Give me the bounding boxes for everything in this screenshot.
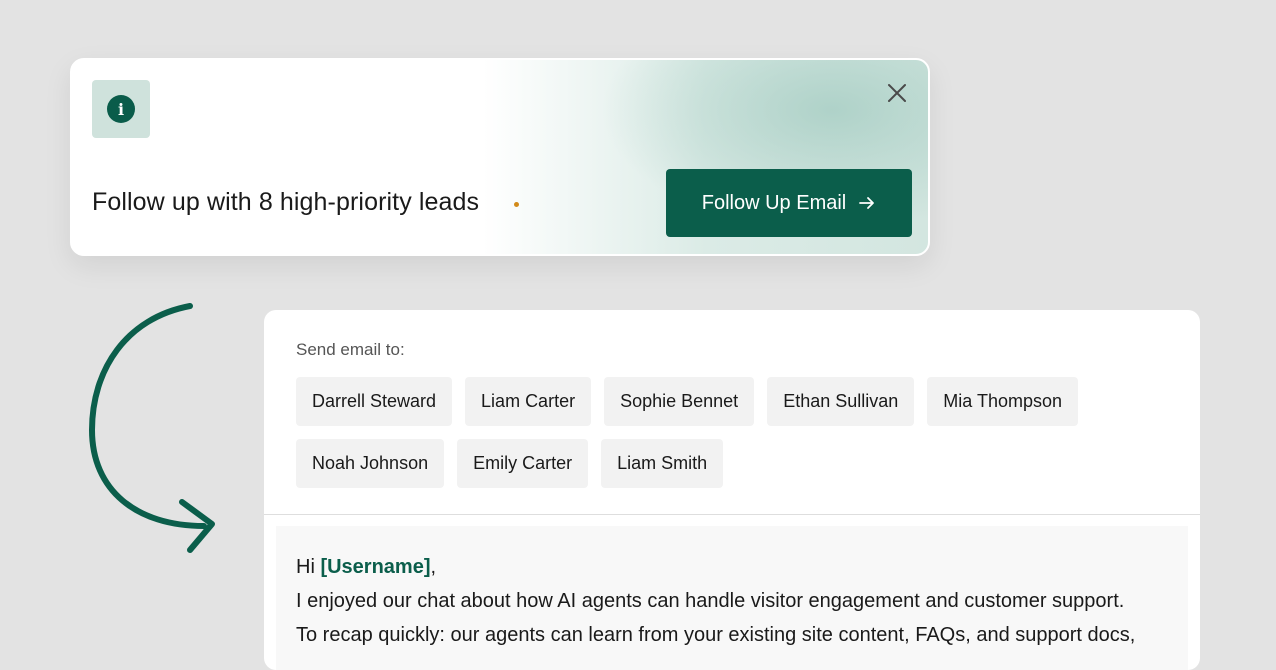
recipient-chip[interactable]: Emily Carter <box>457 439 589 488</box>
close-icon <box>888 84 906 102</box>
notification-message: Follow up with 8 high-priority leads <box>92 188 480 216</box>
info-badge: i <box>92 80 150 138</box>
status-dot <box>514 202 519 207</box>
recipient-chip[interactable]: Sophie Bennet <box>604 377 755 426</box>
greeting-prefix: Hi <box>296 556 321 578</box>
recipient-chip[interactable]: Ethan Sullivan <box>767 377 915 426</box>
recipient-chip[interactable]: Mia Thompson <box>927 377 1078 426</box>
email-body[interactable]: Hi [Username], I enjoyed our chat about … <box>276 526 1188 670</box>
greeting-suffix: , <box>430 556 437 578</box>
divider <box>264 514 1200 515</box>
recipient-chip[interactable]: Darrell Steward <box>296 377 453 426</box>
info-icon: i <box>107 95 135 123</box>
close-button[interactable] <box>884 80 910 106</box>
recipient-list: Darrell Steward Liam Carter Sophie Benne… <box>296 377 1176 488</box>
notification-card: i Follow up with 8 high-priority leads F… <box>70 58 930 256</box>
email-composer: Send email to: Darrell Steward Liam Cart… <box>264 310 1200 670</box>
recipient-chip[interactable]: Liam Carter <box>465 377 592 426</box>
email-body-text: Hi [Username], I enjoyed our chat about … <box>296 550 1176 652</box>
body-line: To recap quickly: our agents can learn f… <box>296 624 1136 646</box>
follow-up-email-button[interactable]: Follow Up Email <box>666 169 912 237</box>
username-placeholder: [Username] <box>320 556 431 578</box>
curved-arrow-icon <box>88 303 215 553</box>
send-to-label: Send email to: <box>296 340 405 359</box>
body-line: I enjoyed our chat about how AI agents c… <box>296 590 1125 612</box>
greeting-line: Hi [Username], <box>296 550 1176 584</box>
follow-up-email-label: Follow Up Email <box>701 191 847 214</box>
recipient-chip[interactable]: Liam Smith <box>601 439 724 488</box>
arrow-right-icon <box>859 197 875 209</box>
recipient-chip[interactable]: Noah Johnson <box>296 439 445 488</box>
